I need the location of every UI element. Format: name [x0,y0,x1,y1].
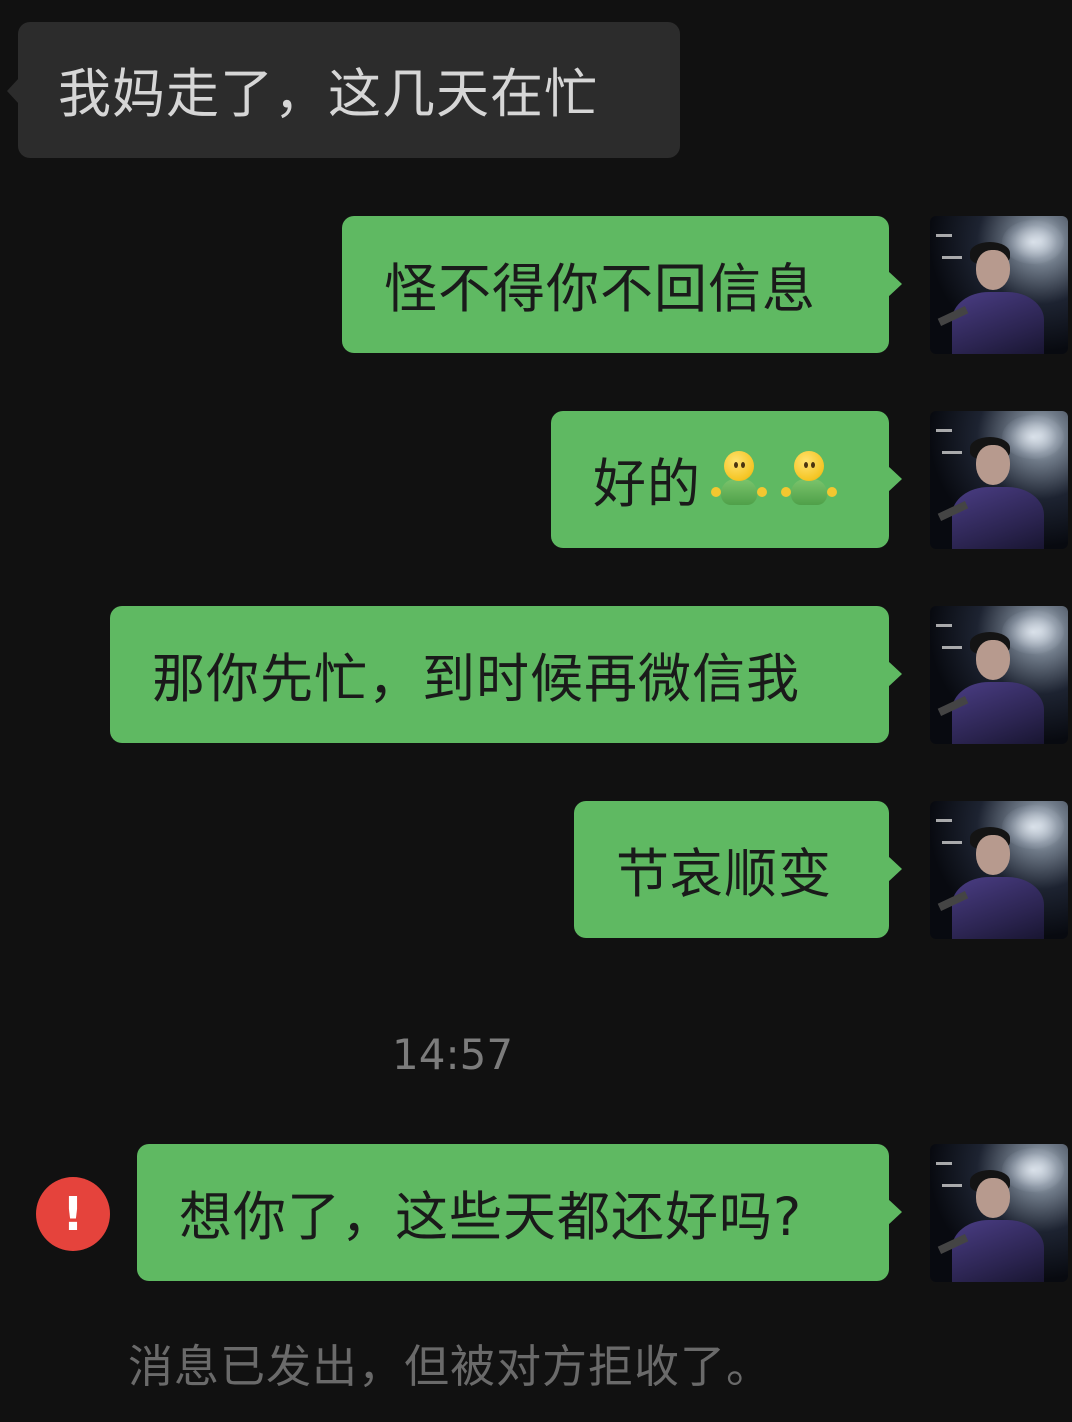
incoming-message-bubble[interactable]: 我妈走了，这几天在忙 [7,22,680,158]
message-timestamp: 14:57 [392,1030,514,1079]
green-person-emoji-icon [707,449,769,511]
user-avatar[interactable] [930,411,1068,549]
outgoing-message-bubble[interactable]: 好的 [551,411,902,548]
green-person-emoji-icon [777,449,839,511]
user-avatar[interactable] [930,1144,1068,1282]
message-text: 好的 [593,453,701,515]
outgoing-message-bubble[interactable]: 想你了，这些天都还好吗? [137,1144,902,1281]
user-avatar[interactable] [930,801,1068,939]
send-failed-glyph: ! [62,1187,84,1241]
send-failed-icon[interactable]: ! [36,1177,110,1251]
message-text: 节哀顺变 [616,843,832,905]
user-avatar[interactable] [930,606,1068,744]
outgoing-message-bubble[interactable]: 怪不得你不回信息 [342,216,902,353]
message-text: 想你了，这些天都还好吗? [179,1186,803,1248]
outgoing-message-bubble[interactable]: 那你先忙，到时候再微信我 [110,606,902,743]
outgoing-message-bubble[interactable]: 节哀顺变 [574,801,902,938]
user-avatar[interactable] [930,216,1068,354]
message-text: 我妈走了，这几天在忙 [58,64,598,125]
avatar-smoke [1002,220,1064,264]
message-text: 那你先忙，到时候再微信我 [152,648,800,710]
rejected-system-note: 消息已发出，但被对方拒收了。 [128,1340,773,1393]
message-text: 怪不得你不回信息 [384,258,816,320]
